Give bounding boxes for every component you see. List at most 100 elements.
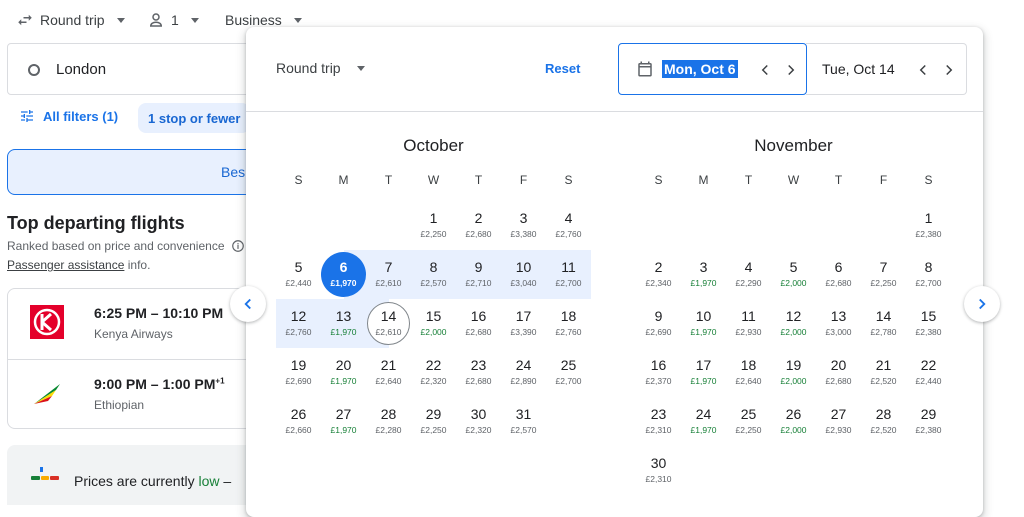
day-cell[interactable]: 27 £1,970: [321, 397, 366, 446]
day-cell[interactable]: 7 £2,250: [861, 250, 906, 299]
day-cell[interactable]: 10 £3,040: [501, 250, 546, 299]
day-number: 14: [380, 308, 397, 324]
day-price: £2,320: [420, 376, 447, 386]
day-cell[interactable]: 29 £2,380: [906, 397, 951, 446]
day-cell[interactable]: 20 £2,680: [816, 348, 861, 397]
day-cell[interactable]: 14 £2,610: [366, 299, 411, 348]
cabin-class-label: Business: [225, 12, 282, 28]
day-cell[interactable]: 23 £2,680: [456, 348, 501, 397]
day-cell[interactable]: 26 £2,660: [276, 397, 321, 446]
day-cell[interactable]: 8 £2,700: [906, 250, 951, 299]
day-cell[interactable]: 9 £2,690: [636, 299, 681, 348]
stops-filter-chip[interactable]: 1 stop or fewer: [138, 103, 251, 133]
day-cell[interactable]: 28 £2,280: [366, 397, 411, 446]
day-cell[interactable]: 24 £1,970: [681, 397, 726, 446]
picker-trip-type-select[interactable]: Round trip: [276, 60, 365, 76]
day-cell[interactable]: 17 £1,970: [681, 348, 726, 397]
chevron-left-icon[interactable]: [914, 61, 932, 79]
flight-row[interactable]: 9:00 PM – 1:00 PM+1 Ethiopian: [8, 359, 268, 430]
day-cell[interactable]: 30 £2,320: [456, 397, 501, 446]
day-price: £3,040: [510, 278, 537, 288]
day-cell[interactable]: 5 £2,000: [771, 250, 816, 299]
day-cell[interactable]: 23 £2,310: [636, 397, 681, 446]
tab-best[interactable]: Bes: [7, 149, 269, 195]
day-price: £2,640: [375, 376, 402, 386]
day-cell[interactable]: 15 £2,000: [411, 299, 456, 348]
day-cell[interactable]: 12 £2,000: [771, 299, 816, 348]
chevron-right-icon[interactable]: [940, 61, 958, 79]
day-cell[interactable]: 9 £2,710: [456, 250, 501, 299]
day-cell[interactable]: 6 £1,970: [321, 250, 366, 299]
flight-row[interactable]: 6:25 PM – 10:10 PM Kenya Airways: [8, 289, 268, 359]
day-cell[interactable]: 22 £2,440: [906, 348, 951, 397]
day-cell[interactable]: 26 £2,000: [771, 397, 816, 446]
day-cell[interactable]: 21 £2,520: [861, 348, 906, 397]
chevron-left-icon[interactable]: [756, 61, 774, 79]
day-cell[interactable]: 10 £1,970: [681, 299, 726, 348]
filter-sliders-icon: [21, 110, 33, 122]
weekday-header: S: [564, 173, 573, 187]
info-icon[interactable]: [231, 239, 245, 253]
day-price: £1,970: [690, 327, 717, 337]
day-cell[interactable]: 25 £2,700: [546, 348, 591, 397]
all-filters-button[interactable]: All filters (1): [19, 108, 118, 124]
day-cell[interactable]: 12 £2,760: [276, 299, 321, 348]
day-price: £1,970: [330, 376, 357, 386]
trip-type-select[interactable]: Round trip: [16, 8, 125, 32]
chevron-right-icon[interactable]: [782, 61, 800, 79]
day-price: £2,000: [780, 327, 807, 337]
day-cell[interactable]: 30 £2,310: [636, 446, 681, 495]
passenger-assistance-link[interactable]: Passenger assistance: [7, 258, 124, 272]
day-cell[interactable]: 13 £1,970: [321, 299, 366, 348]
day-cell[interactable]: 8 £2,570: [411, 250, 456, 299]
origin-field[interactable]: London: [7, 43, 267, 95]
previous-month-button[interactable]: [230, 286, 266, 322]
day-cell[interactable]: 4 £2,290: [726, 250, 771, 299]
day-cell[interactable]: 28 £2,520: [861, 397, 906, 446]
return-date-field[interactable]: Tue, Oct 14: [806, 43, 967, 95]
next-day-marker: +1: [215, 376, 225, 386]
departure-date-field[interactable]: Mon, Oct 6: [618, 43, 807, 95]
day-cell[interactable]: 18 £2,640: [726, 348, 771, 397]
day-price: £2,440: [915, 376, 942, 386]
passenger-select[interactable]: 1: [147, 8, 199, 32]
person-icon: [149, 13, 163, 27]
day-cell[interactable]: 25 £2,250: [726, 397, 771, 446]
day-cell[interactable]: 3 £3,380: [501, 201, 546, 250]
day-number: 25: [740, 406, 757, 422]
day-cell[interactable]: 16 £2,680: [456, 299, 501, 348]
day-cell[interactable]: 3 £1,970: [681, 250, 726, 299]
departure-date-value[interactable]: Mon, Oct 6: [662, 60, 738, 78]
day-cell[interactable]: 11 £2,930: [726, 299, 771, 348]
day-cell[interactable]: 22 £2,320: [411, 348, 456, 397]
day-cell[interactable]: 18 £2,760: [546, 299, 591, 348]
day-cell[interactable]: 1 £2,250: [411, 201, 456, 250]
day-cell[interactable]: 11 £2,700: [546, 250, 591, 299]
next-month-button[interactable]: [964, 286, 1000, 322]
day-cell[interactable]: 1 £2,380: [906, 201, 951, 250]
day-cell[interactable]: 15 £2,380: [906, 299, 951, 348]
day-cell[interactable]: 13 £3,000: [816, 299, 861, 348]
day-cell[interactable]: 2 £2,680: [456, 201, 501, 250]
day-cell[interactable]: 27 £2,930: [816, 397, 861, 446]
day-cell[interactable]: 6 £2,680: [816, 250, 861, 299]
day-price: £2,380: [915, 327, 942, 337]
day-number: 28: [875, 406, 892, 422]
results-subtitle: Ranked based on price and convenience: [7, 239, 245, 253]
day-number: 5: [294, 259, 303, 275]
day-cell[interactable]: 19 £2,690: [276, 348, 321, 397]
day-cell[interactable]: 31 £2,570: [501, 397, 546, 446]
day-cell[interactable]: 4 £2,760: [546, 201, 591, 250]
day-cell[interactable]: 24 £2,890: [501, 348, 546, 397]
day-cell[interactable]: 5 £2,440: [276, 250, 321, 299]
day-cell[interactable]: 14 £2,780: [861, 299, 906, 348]
day-cell[interactable]: 29 £2,250: [411, 397, 456, 446]
day-cell[interactable]: 17 £3,390: [501, 299, 546, 348]
day-cell[interactable]: 19 £2,000: [771, 348, 816, 397]
day-cell[interactable]: 21 £2,640: [366, 348, 411, 397]
day-cell[interactable]: 20 £1,970: [321, 348, 366, 397]
reset-button[interactable]: Reset: [545, 61, 580, 76]
day-cell[interactable]: 16 £2,370: [636, 348, 681, 397]
day-cell[interactable]: 7 £2,610: [366, 250, 411, 299]
day-cell[interactable]: 2 £2,340: [636, 250, 681, 299]
